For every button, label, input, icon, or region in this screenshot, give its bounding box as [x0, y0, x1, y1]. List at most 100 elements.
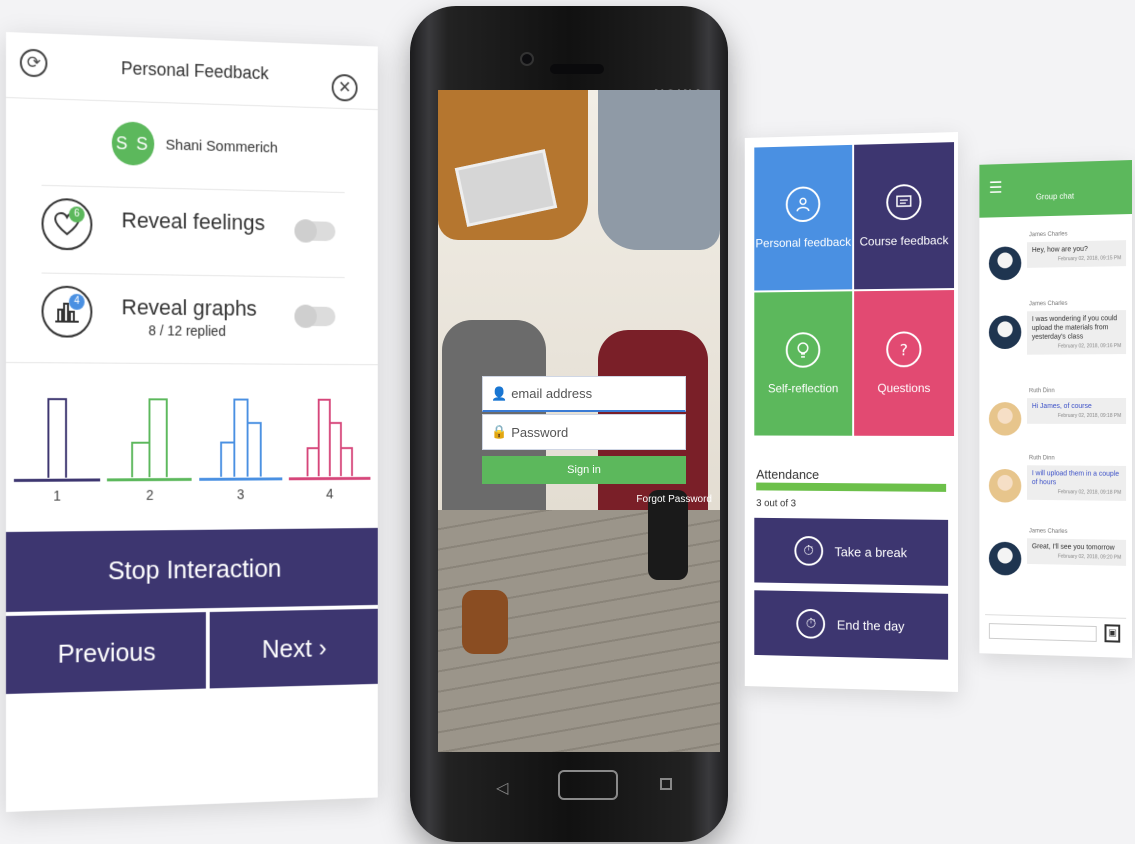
chat-timestamp: February 02, 2018, 09:18 PM [1057, 489, 1122, 497]
background-photo-detail [598, 90, 720, 250]
recent-apps-icon[interactable] [660, 778, 672, 790]
email-field[interactable]: 👤 email address [482, 376, 686, 412]
forgot-password-link[interactable]: Forgot Password [636, 494, 712, 505]
chat-message-input[interactable] [988, 623, 1097, 642]
chat-input-bar: ▣ [985, 614, 1127, 646]
chat-message: Ruth Dinn I will upload them in a couple… [985, 455, 1127, 528]
chat-text: I will upload them in a couple of hours [1031, 470, 1120, 487]
reveal-feelings-label: Reveal feelings [121, 207, 265, 235]
graph-option-label: 1 [53, 487, 62, 504]
graph-option-4[interactable]: 4 [288, 389, 371, 506]
graphs-count-badge: 4 [68, 293, 85, 310]
close-icon[interactable]: ✕ [331, 73, 358, 102]
timer-icon: ⏱ [796, 608, 826, 639]
avatar [988, 468, 1022, 503]
chat-timestamp: February 02, 2018, 09:16 PM [1057, 343, 1122, 350]
graph-bar [47, 398, 68, 478]
attendance-label: Attendance [756, 466, 820, 483]
button-label: Take a break [834, 543, 907, 560]
password-placeholder: Password [511, 424, 569, 440]
tile-self-reflection[interactable]: Self-reflection [754, 291, 853, 436]
user-name: Shani Sommerich [165, 136, 278, 156]
tile-label: Questions [877, 381, 931, 396]
tile-course-feedback[interactable]: Course feedback [854, 142, 955, 290]
phone-device: NOKIA 👤 email address 🔒 Password Sign in… [410, 6, 728, 842]
reveal-graphs-row: 4 Reveal graphs 8 / 12 replied [41, 272, 345, 351]
tile-personal-feedback[interactable]: Personal feedback [754, 144, 853, 291]
feedback-title: Personal Feedback [120, 58, 269, 84]
user-info: S S Shani Sommerich [6, 116, 378, 174]
lock-icon: 🔒 [491, 424, 508, 439]
home-button[interactable] [558, 770, 618, 800]
timer-icon: ⏱ [794, 535, 823, 566]
bar-graph-icon: 4 [41, 285, 93, 338]
send-icon[interactable]: ▣ [1104, 624, 1121, 643]
avatar [988, 315, 1022, 350]
graph-option-label: 3 [236, 486, 245, 503]
chat-timestamp: February 02, 2018, 09:20 PM [1057, 553, 1122, 561]
avatar: S S [111, 121, 155, 166]
graph-base [288, 476, 371, 481]
speaker-grille [550, 64, 604, 74]
chat-message: James Charles Hey, how are you? February… [985, 230, 1127, 304]
graph-base [13, 478, 101, 482]
question-icon: ? [886, 331, 922, 368]
tile-label: Course feedback [859, 233, 949, 249]
reveal-feelings-row: 6 Reveal feelings [41, 184, 345, 266]
chat-message: James Charles Great, I'll see you tomorr… [985, 528, 1127, 602]
sign-in-button[interactable]: Sign in [482, 456, 686, 484]
chat-bubble: Great, I'll see you tomorrow February 02… [1027, 538, 1127, 566]
graph-option-3[interactable]: 3 [198, 389, 283, 507]
personal-feedback-panel: ⟳ Personal Feedback ✕ S S Shani Sommeric… [6, 32, 378, 812]
attendance-progress-fill [756, 482, 947, 492]
feelings-count-badge: 6 [68, 206, 85, 223]
graph-base [198, 477, 283, 481]
password-field[interactable]: 🔒 Password [482, 414, 686, 450]
chat-bubble: Hey, how are you? February 02, 2018, 09:… [1027, 240, 1127, 268]
tile-questions[interactable]: ? Questions [854, 290, 955, 436]
reveal-graphs-toggle[interactable] [294, 306, 336, 327]
chat-sender: Ruth Dinn [1028, 388, 1055, 395]
divider [6, 362, 378, 366]
chat-bubble: Hi James, of course February 02, 2018, 0… [1027, 398, 1127, 424]
heart-icon: 6 [41, 197, 93, 251]
chat-sender: Ruth Dinn [1028, 455, 1055, 462]
tile-label: Self-reflection [767, 381, 839, 396]
chat-message: Ruth Dinn Hi James, of course February 0… [985, 388, 1127, 460]
reveal-graphs-label: Reveal graphs [121, 294, 257, 321]
graph-option-label: 2 [146, 487, 154, 503]
replied-count: 8 / 12 replied [148, 322, 226, 339]
graph-option-1[interactable]: 1 [13, 388, 101, 508]
person-icon [785, 186, 821, 223]
login-screen: 👤 email address 🔒 Password Sign in Forgo… [438, 90, 720, 752]
previous-button[interactable]: Previous [6, 612, 206, 694]
chat-timestamp: February 02, 2018, 09:18 PM [1057, 413, 1122, 420]
end-day-button[interactable]: ⏱ End the day [754, 590, 949, 660]
chat-sender: James Charles [1028, 300, 1068, 308]
take-break-button[interactable]: ⏱ Take a break [754, 517, 949, 586]
graph-option-label: 4 [326, 485, 334, 502]
reveal-feelings-toggle[interactable] [294, 220, 336, 242]
chat-sender: James Charles [1028, 231, 1068, 239]
avatar [988, 246, 1022, 281]
graph-options: 1 2 3 4 [13, 388, 371, 508]
graph-bar [340, 447, 353, 477]
chat-message: James Charles I was wondering if you cou… [985, 300, 1127, 373]
camera-icon [520, 52, 534, 66]
avatar [988, 402, 1022, 436]
avatar [988, 541, 1022, 576]
attendance-progress-bar [756, 482, 947, 492]
chat-text: I was wondering if you could upload the … [1031, 315, 1118, 342]
chat-text: Great, I'll see you tomorrow [1031, 543, 1115, 552]
chat-sender: James Charles [1028, 528, 1068, 535]
next-button[interactable]: Next › [209, 608, 378, 689]
stop-interaction-button[interactable]: Stop Interaction [6, 527, 378, 612]
graph-option-2[interactable]: 2 [107, 388, 192, 507]
bulb-icon [785, 332, 821, 368]
user-icon: 👤 [491, 385, 508, 401]
feedback-header: ⟳ Personal Feedback ✕ [6, 32, 378, 111]
phone-nav-bar: ◁ [410, 758, 728, 818]
chat-text: Hi James, of course [1031, 403, 1092, 410]
back-icon[interactable]: ◁ [496, 778, 508, 797]
tile-label: Personal feedback [755, 234, 851, 251]
